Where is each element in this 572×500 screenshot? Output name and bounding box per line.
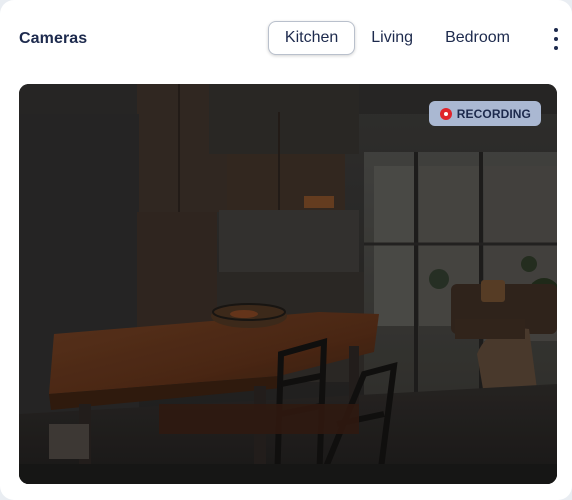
tab-label: Kitchen [284, 29, 339, 46]
camera-feed[interactable]: RECORDING [19, 84, 557, 484]
recording-badge: RECORDING [428, 101, 541, 126]
tab-living[interactable]: Living [355, 21, 429, 55]
room-tabs: Kitchen Living Bedroom [267, 21, 526, 55]
camera-feed-image [19, 84, 557, 484]
menu-dot [554, 28, 558, 32]
record-dot-icon [439, 107, 452, 120]
cameras-card: Cameras Kitchen Living Bedroom RECORDING [0, 0, 572, 500]
card-header: Cameras Kitchen Living Bedroom [19, 14, 562, 64]
tab-label: Bedroom [445, 29, 510, 46]
tab-bedroom[interactable]: Bedroom [429, 21, 526, 55]
tab-kitchen[interactable]: Kitchen [267, 21, 356, 55]
recording-label: RECORDING [456, 106, 531, 121]
card-title: Cameras [19, 30, 88, 47]
tab-label: Living [371, 29, 414, 46]
more-vertical-icon[interactable] [550, 28, 562, 50]
menu-dot [554, 37, 558, 41]
menu-dot [554, 46, 558, 50]
